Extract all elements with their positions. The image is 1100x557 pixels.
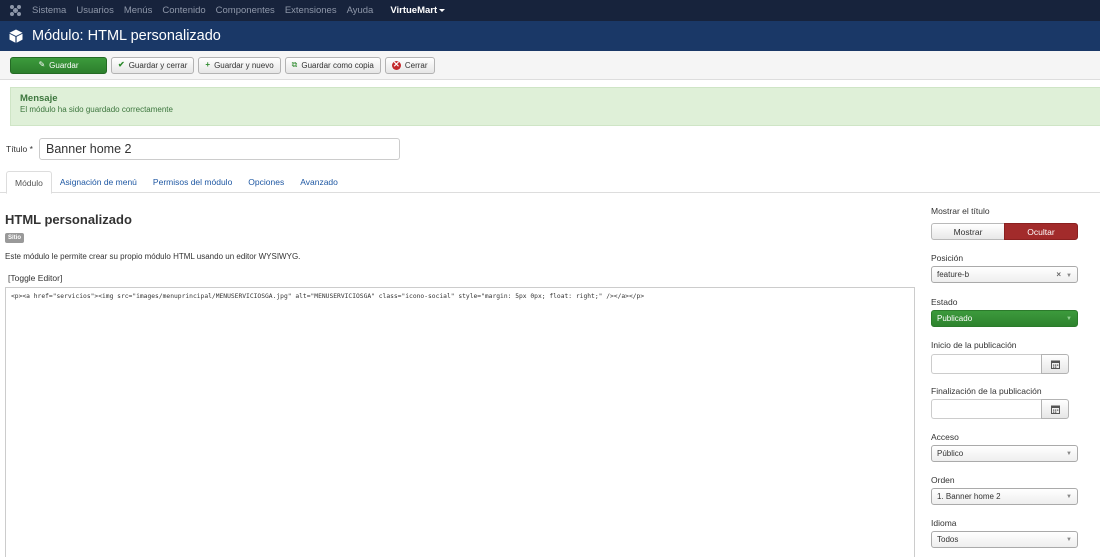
site-badge: Sitio [5,233,24,243]
caret-down-icon [439,8,446,12]
title-label-text: Título [6,144,28,154]
show-title-label: Mostrar el título [931,206,990,216]
language-select[interactable]: Todos ▼ [931,531,1078,548]
tab-permisos[interactable]: Permisos del módulo [145,171,240,192]
title-input[interactable]: Banner home 2 [39,138,400,160]
tab-modulo[interactable]: Módulo [6,171,52,194]
menu-menus[interactable]: Menús [119,0,158,21]
publish-start-label: Inicio de la publicación [931,340,1017,350]
chevron-down-icon: ▼ [1066,493,1072,500]
tab-opciones[interactable]: Opciones [240,171,292,192]
status-value: Publicado [937,314,973,323]
calendar-icon [1050,360,1060,369]
success-message: Mensaje El módulo ha sido guardado corre… [10,87,1100,126]
menu-contenido[interactable]: Contenido [157,0,210,21]
toggle-editor-link[interactable]: [Toggle Editor] [8,273,62,283]
chevron-down-icon: ▼ [1066,536,1072,543]
message-heading: Mensaje [20,93,58,104]
save-button[interactable]: ✎ Guardar [10,56,107,74]
calendar-button[interactable] [1041,399,1069,419]
order-label: Orden [931,475,955,485]
save-close-label: Guardar y cerrar [128,60,188,70]
chevron-down-icon: ▼ [1066,450,1072,457]
access-select[interactable]: Público ▼ [931,445,1078,462]
chevron-down-icon: ▼ [1066,315,1072,322]
joomla-logo-icon[interactable] [3,0,27,21]
show-title-toggle: Mostrar Ocultar [931,223,1078,240]
cube-icon [9,29,23,43]
order-select[interactable]: 1. Banner home 2 ▼ [931,488,1078,505]
page-title: Módulo: HTML personalizado [32,28,221,44]
menu-virtuemart[interactable]: VirtueMart [385,0,450,21]
access-label: Acceso [931,432,959,442]
menu-usuarios[interactable]: Usuarios [71,0,119,21]
html-editor[interactable]: <p><a href="servicios"><img src="images/… [5,287,915,557]
save-new-label: Guardar y nuevo [214,60,274,70]
publish-start-field [931,354,1069,374]
title-label: Título * [6,144,33,154]
language-value: Todos [937,535,959,544]
tab-asignacion-menu[interactable]: Asignación de menú [52,171,145,192]
calendar-button[interactable] [1041,354,1069,374]
plus-icon: + [205,60,211,69]
save-copy-label: Guardar como copia [301,60,374,70]
title-bar: Módulo: HTML personalizado [0,21,1100,51]
module-description: Este módulo le permite crear su propio m… [5,252,301,261]
language-label: Idioma [931,518,957,528]
tab-bar: Módulo Asignación de menú Permisos del m… [0,171,1100,194]
publish-end-field [931,399,1069,419]
access-value: Público [937,449,964,458]
required-star: * [29,144,33,154]
save-new-button[interactable]: + Guardar y nuevo [198,56,281,74]
publish-end-input[interactable] [931,399,1041,419]
module-type-title: HTML personalizado [5,212,132,227]
chevron-down-icon: ▼ [1066,273,1072,279]
save-copy-button[interactable]: ⧉ Guardar como copia [284,56,381,74]
menu-sistema[interactable]: Sistema [27,0,71,21]
publish-start-input[interactable] [931,354,1041,374]
message-text: El módulo ha sido guardado correctamente [20,105,173,114]
close-label: Cerrar [404,60,428,70]
edit-icon: ✎ [38,60,46,69]
save-button-label: Guardar [49,60,79,70]
close-icon: ✕ [391,60,401,70]
show-button[interactable]: Mostrar [931,223,1004,240]
hide-button[interactable]: Ocultar [1004,223,1078,240]
calendar-icon [1050,405,1060,414]
tab-avanzado[interactable]: Avanzado [292,171,346,192]
order-value: 1. Banner home 2 [937,492,1001,501]
top-menu-bar: Sistema Usuarios Menús Contenido Compone… [0,0,1100,21]
clear-icon[interactable]: × [1056,270,1061,279]
status-label: Estado [931,297,958,307]
copy-icon: ⧉ [291,60,298,69]
menu-extensiones[interactable]: Extensiones [280,0,342,21]
status-select[interactable]: Publicado ▼ [931,310,1078,327]
menu-ayuda[interactable]: Ayuda [342,0,379,21]
menu-componentes[interactable]: Componentes [211,0,280,21]
close-button[interactable]: ✕ Cerrar [384,56,435,74]
position-value: feature-b [937,270,970,279]
save-close-button[interactable]: ✔ Guardar y cerrar [111,56,195,74]
toolbar: ✎ Guardar ✔ Guardar y cerrar + Guardar y… [0,51,1100,80]
position-label: Posición [931,253,964,263]
check-icon: ✔ [118,60,125,69]
menu-virtuemart-label: VirtueMart [390,5,438,16]
position-select[interactable]: feature-b × ▼ [931,266,1078,283]
publish-end-label: Finalización de la publicación [931,386,1042,396]
